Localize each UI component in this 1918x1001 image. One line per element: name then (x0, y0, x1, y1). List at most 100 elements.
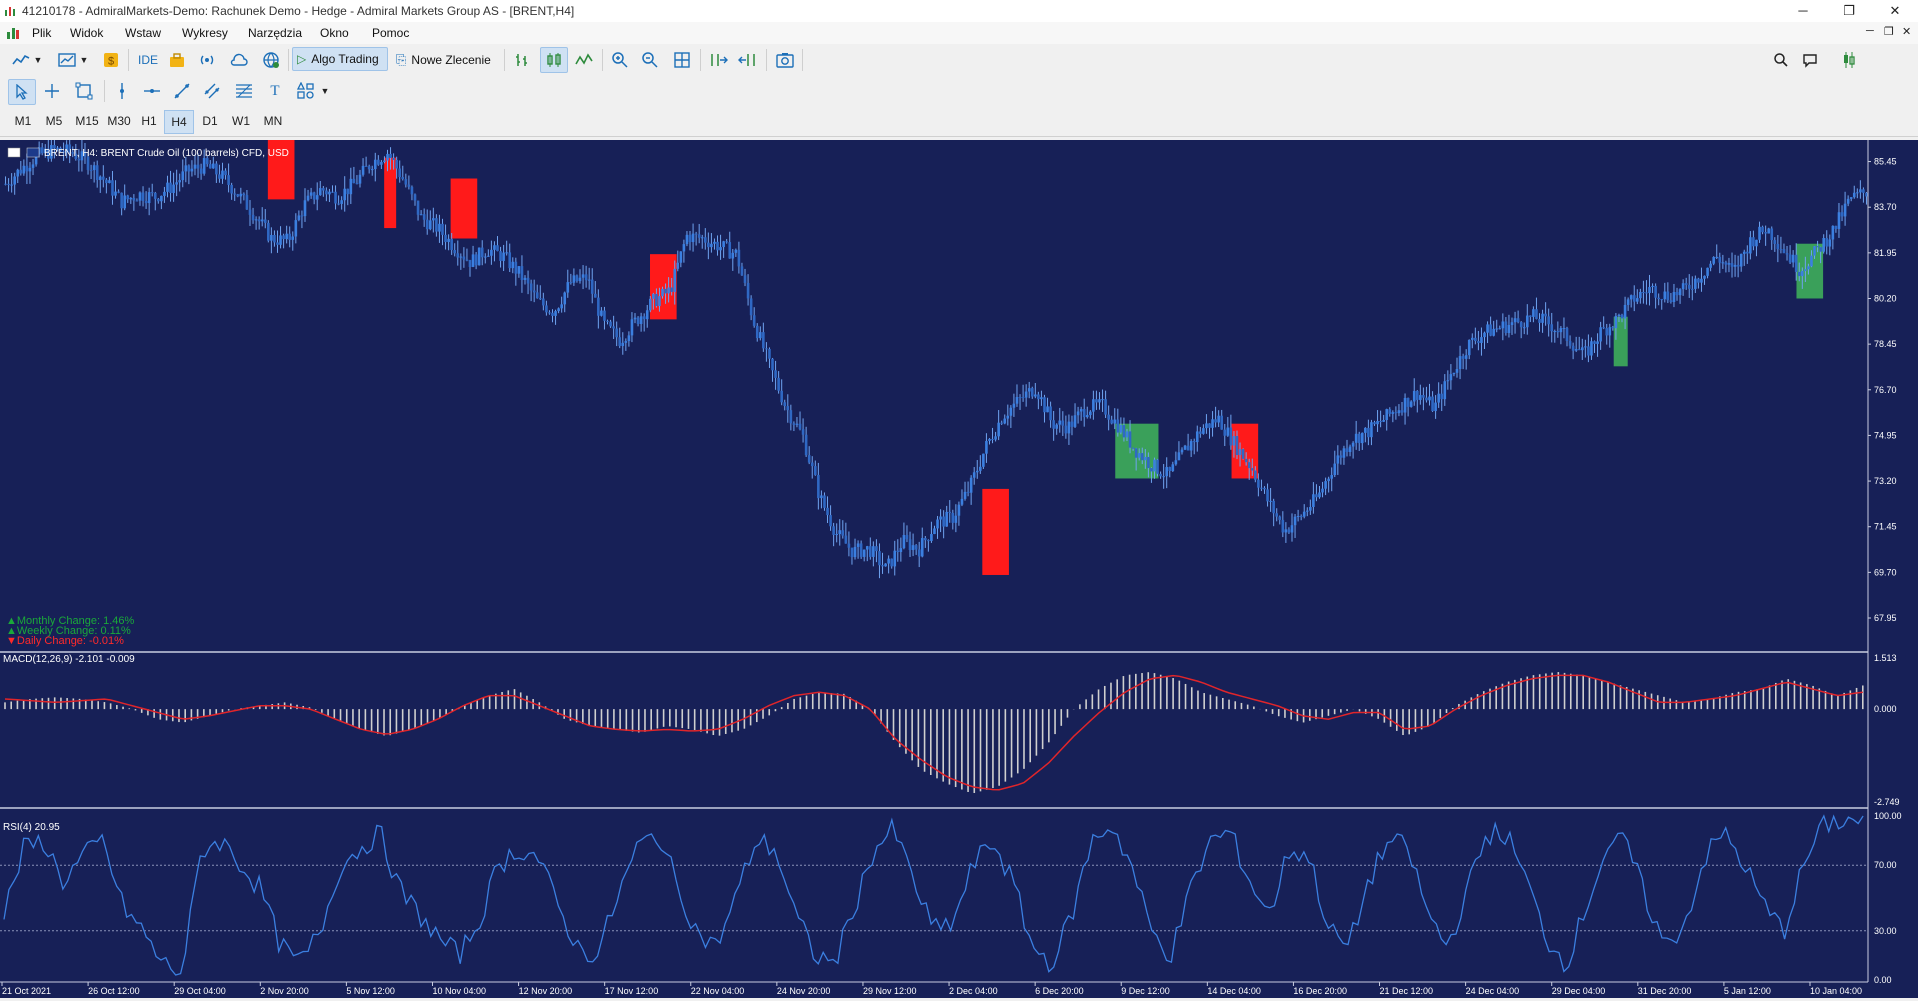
ide-button[interactable]: IDE (134, 48, 162, 72)
timeframe-m1[interactable]: M1 (10, 110, 36, 132)
menu-file[interactable]: Plik (32, 26, 51, 40)
menu-charts[interactable]: Wykresy (182, 26, 228, 40)
auto-scroll-icon[interactable] (706, 48, 730, 72)
price-tick-label: 71.45 (1874, 522, 1897, 532)
candle (1623, 304, 1627, 319)
candle (1843, 203, 1847, 217)
candle (578, 277, 582, 282)
candle (1238, 449, 1242, 456)
menu-tools[interactable]: Narzędzia (248, 26, 302, 40)
close-button[interactable]: ✕ (1872, 0, 1918, 22)
timeframe-w1[interactable]: W1 (228, 110, 254, 132)
zoom-box-icon[interactable] (72, 79, 96, 103)
candle (774, 370, 777, 378)
candle (377, 159, 380, 165)
screenshot-icon[interactable] (772, 48, 798, 72)
cloud-icon[interactable] (228, 48, 250, 72)
candle (1648, 286, 1651, 293)
candle (490, 249, 493, 256)
candle (859, 543, 863, 557)
candle (1101, 399, 1104, 401)
chart-window[interactable]: 85.45 83.70 81.95 80.20 78.45 76.70 74.95 73.20… (0, 136, 1918, 998)
bar-chart-icon[interactable] (510, 48, 534, 72)
timeframe-h1[interactable]: H1 (136, 110, 162, 132)
market-icon[interactable]: $ (100, 48, 122, 72)
candle (1067, 421, 1071, 434)
candle (593, 293, 597, 298)
mdi-minimize-button[interactable]: ─ (1866, 25, 1874, 37)
tile-windows-icon[interactable] (670, 48, 694, 72)
menu-insert[interactable]: Wstaw (125, 26, 161, 40)
connection-status-icon[interactable] (1840, 48, 1860, 72)
text-tool-icon[interactable]: T (264, 79, 286, 103)
candle (1336, 455, 1340, 464)
candlestick-chart-icon[interactable] (540, 47, 568, 73)
restore-button[interactable]: ❐ (1826, 0, 1872, 22)
candle (890, 558, 893, 567)
candle (600, 310, 603, 316)
time-tick-label: 26 Oct 12:00 (88, 986, 140, 996)
zoom-out-icon[interactable] (638, 48, 662, 72)
timeframe-m30[interactable]: M30 (104, 110, 134, 132)
fibonacci-icon[interactable] (232, 79, 256, 103)
shapes-icon[interactable] (294, 79, 318, 103)
timeframe-h4[interactable]: H4 (164, 110, 194, 134)
candle (1721, 262, 1725, 264)
candle (1770, 228, 1774, 241)
chevron-down-icon[interactable]: ▼ (33, 48, 43, 72)
briefcase-icon[interactable] (166, 48, 188, 72)
candle (529, 283, 533, 291)
vps-globe-icon[interactable] (260, 48, 282, 72)
candle (1639, 292, 1642, 299)
candle (768, 348, 771, 359)
candle (908, 539, 912, 551)
candle (404, 179, 408, 185)
candle (349, 178, 353, 195)
search-icon[interactable] (1770, 48, 1792, 72)
candle (1095, 399, 1098, 403)
chevron-down-icon[interactable]: ▼ (79, 48, 89, 72)
trend-line-icon[interactable] (170, 79, 194, 103)
zoom-in-icon[interactable] (608, 48, 632, 72)
signal-icon[interactable] (196, 48, 218, 72)
candle (22, 165, 26, 174)
channel-icon[interactable] (200, 79, 224, 103)
templates-icon[interactable] (56, 48, 78, 72)
notifications-icon[interactable] (1800, 48, 1822, 72)
horizontal-line-icon[interactable] (140, 79, 164, 103)
time-tick-label: 2 Nov 20:00 (260, 986, 309, 996)
candle (230, 184, 233, 194)
new-order-button[interactable]: ⎘ Nowe Zlecenie (396, 48, 500, 72)
vertical-line-icon[interactable] (110, 79, 134, 103)
candle (1150, 468, 1153, 472)
timeframe-m15[interactable]: M15 (72, 110, 102, 132)
timeframe-m5[interactable]: M5 (41, 110, 67, 132)
candle (279, 235, 282, 245)
new-chart-icon[interactable] (10, 48, 32, 72)
candle (652, 293, 655, 299)
chart-canvas[interactable]: 85.45 83.70 81.95 80.20 78.45 76.70 74.95 73.20… (0, 136, 1918, 998)
chart-shift-icon[interactable] (736, 48, 760, 72)
line-chart-icon[interactable] (572, 48, 596, 72)
candle (1859, 189, 1862, 193)
algo-trading-button[interactable]: ▷ Algo Trading (292, 47, 388, 71)
candle (1205, 423, 1208, 429)
menu-window[interactable]: Okno (320, 26, 349, 40)
cursor-icon[interactable] (8, 79, 36, 105)
timeframe-d1[interactable]: D1 (197, 110, 223, 132)
candle (603, 310, 606, 321)
mdi-restore-button[interactable]: ❐ (1884, 25, 1894, 38)
menu-help[interactable]: Pomoc (372, 26, 409, 40)
candle (878, 551, 881, 566)
price-tick-label: 69.70 (1874, 567, 1897, 577)
candle (1021, 397, 1025, 399)
menu-view[interactable]: Widok (70, 26, 103, 40)
timeframe-mn[interactable]: MN (259, 110, 287, 132)
minimize-button[interactable]: ─ (1780, 0, 1826, 22)
candle (1110, 419, 1114, 424)
signal-box-red (650, 254, 677, 320)
mdi-close-button[interactable]: ✕ (1902, 25, 1911, 38)
candle (1788, 254, 1792, 263)
crosshair-icon[interactable] (40, 79, 64, 103)
chevron-down-icon[interactable]: ▼ (320, 79, 330, 103)
